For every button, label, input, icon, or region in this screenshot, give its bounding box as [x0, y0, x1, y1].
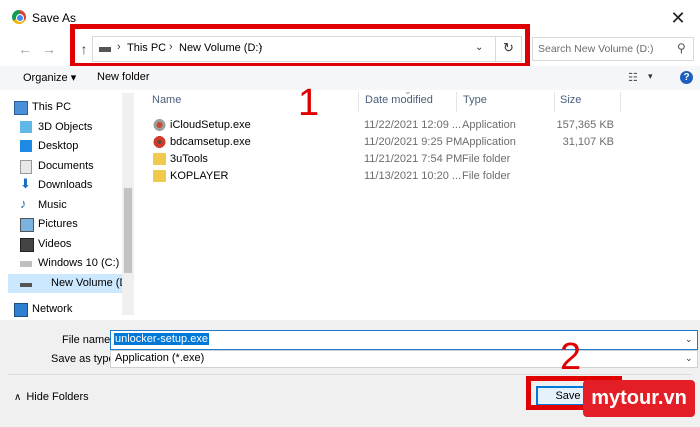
sidebar-item-label: Videos: [38, 238, 72, 250]
window-title: Save As: [32, 11, 77, 25]
sidebar-item-new-volume-d[interactable]: New Volume (D:): [8, 274, 134, 293]
chevron-down-icon[interactable]: ⌄: [685, 334, 693, 345]
folder-row[interactable]: 3uTools 11/21/2021 7:54 PM File folder: [150, 151, 620, 168]
organize-menu[interactable]: Organize ▾: [23, 71, 76, 84]
highlight-box-address: [70, 24, 530, 68]
picture-icon: [20, 218, 34, 232]
view-options-icon[interactable]: ☷: [628, 71, 642, 84]
drive-icon: [20, 261, 32, 267]
column-divider[interactable]: [456, 92, 457, 112]
column-header-type[interactable]: Type: [463, 94, 487, 112]
save-as-type-label: Save as type:: [51, 353, 118, 365]
folder-name: KOPLAYER: [170, 170, 229, 182]
sidebar-item-pictures[interactable]: Pictures: [14, 215, 128, 234]
sidebar-item-label: 3D Objects: [38, 121, 93, 133]
step-marker-2: 2: [560, 336, 582, 378]
sidebar-item-label: Pictures: [38, 218, 78, 230]
sidebar-item-downloads[interactable]: ⬇ Downloads: [14, 176, 128, 195]
folder-date: 11/21/2021 7:54 PM: [364, 153, 463, 165]
network-icon: [14, 303, 28, 317]
chevron-up-icon: ∧: [14, 392, 22, 403]
new-folder-button[interactable]: New folder: [97, 71, 150, 83]
file-name-label: File name:: [62, 334, 114, 346]
chevron-down-icon[interactable]: ⌄: [685, 353, 693, 364]
sidebar-item-videos[interactable]: Videos: [14, 235, 128, 254]
sidebar-item-this-pc[interactable]: This PC: [8, 98, 122, 117]
document-icon: [20, 160, 32, 174]
folder-type: File folder: [462, 170, 511, 182]
column-header-name[interactable]: Name: [152, 94, 181, 112]
file-size: 157,365 KB: [556, 119, 615, 131]
file-row[interactable]: bdcamsetup.exe 11/20/2021 9:25 PM Applic…: [150, 134, 620, 151]
sidebar-item-windows-c[interactable]: Windows 10 (C:): [14, 254, 128, 273]
folder-icon: [153, 170, 166, 182]
video-icon: [20, 238, 34, 252]
sidebar-item-label: Desktop: [38, 140, 79, 152]
watermark-logo: mytour.vn: [583, 380, 695, 417]
search-icon: ⚲: [677, 41, 686, 55]
folder-date: 11/13/2021 10:20 ...: [364, 170, 462, 182]
column-header-size[interactable]: Size: [560, 94, 581, 112]
download-icon: ⬇: [20, 176, 31, 191]
save-as-type-value: Application (*.exe): [115, 352, 205, 364]
column-divider[interactable]: [358, 92, 359, 112]
sidebar-item-label: Downloads: [38, 179, 93, 191]
file-name-value: unlocker-setup.exe: [114, 333, 209, 345]
command-toolbar: Organize ▾ New folder ☷ ▾ ?: [0, 66, 700, 90]
save-as-type-select[interactable]: Application (*.exe) ⌄: [110, 350, 698, 368]
search-input[interactable]: Search New Volume (D:) ⚲: [532, 37, 694, 61]
column-divider[interactable]: [620, 92, 621, 112]
sidebar-item-label: Music: [38, 199, 67, 211]
sidebar-item-music[interactable]: ♪ Music: [14, 196, 128, 215]
drive-icon: [20, 283, 32, 287]
sidebar-item-documents[interactable]: Documents: [14, 157, 128, 176]
folder-name: 3uTools: [170, 153, 208, 165]
column-header-date[interactable]: Date modified: [365, 94, 433, 112]
back-button[interactable]: ←: [16, 40, 34, 58]
sidebar-item-desktop[interactable]: Desktop: [14, 137, 128, 156]
search-placeholder: Search New Volume (D:): [538, 43, 654, 55]
folder-row[interactable]: KOPLAYER 11/13/2021 10:20 ... File folde…: [150, 168, 620, 185]
column-divider[interactable]: [554, 92, 555, 112]
close-button[interactable]: ✕: [666, 6, 690, 30]
divider: [8, 374, 692, 375]
cube-icon: [20, 121, 32, 133]
file-name-input[interactable]: unlocker-setup.exe ⌄: [110, 330, 698, 350]
hide-folders-button[interactable]: ∧ Hide Folders: [14, 391, 89, 403]
sidebar-item-label: Windows 10 (C:): [38, 257, 120, 269]
sidebar-scrollbar-thumb[interactable]: [124, 188, 132, 273]
file-row[interactable]: iCloudSetup.exe 11/22/2021 12:09 ... App…: [150, 117, 620, 134]
sidebar-item-network[interactable]: Network: [8, 300, 122, 319]
folder-type: File folder: [462, 153, 511, 165]
sidebar-item-label: Documents: [38, 160, 94, 172]
forward-button[interactable]: →: [40, 40, 58, 58]
help-icon[interactable]: ?: [680, 71, 693, 84]
folder-icon: [153, 153, 166, 165]
view-dropdown-icon[interactable]: ▾: [648, 71, 653, 82]
desktop-icon: [20, 140, 32, 152]
pc-icon: [14, 101, 28, 115]
sidebar-item-label: Network: [32, 303, 73, 315]
file-size: 31,107 KB: [562, 136, 614, 148]
music-icon: ♪: [20, 196, 27, 211]
save-as-dialog: Save As ✕ ← → ↑ › This PC › New Volume (…: [0, 0, 700, 427]
chrome-logo: [12, 10, 26, 24]
hide-folders-label: Hide Folders: [26, 391, 89, 403]
navigation-pane: This PC 3D Objects Desktop Documents ⬇ D…: [8, 93, 134, 317]
sidebar-item-label: This PC: [32, 101, 72, 113]
sidebar-item-3d-objects[interactable]: 3D Objects: [14, 118, 128, 137]
